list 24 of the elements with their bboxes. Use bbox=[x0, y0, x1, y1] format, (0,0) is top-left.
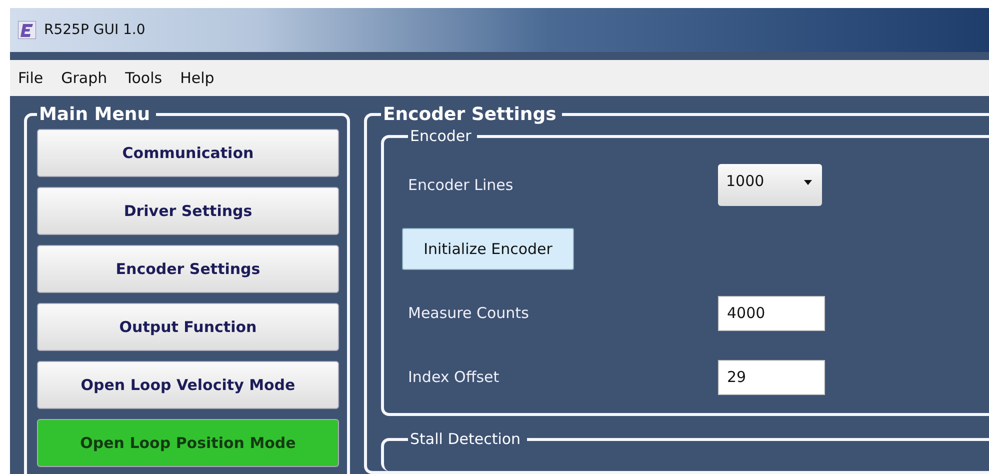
menu-button[interactable]: Open Loop Position Mode bbox=[37, 419, 339, 467]
input-field[interactable]: 29 bbox=[718, 360, 825, 394]
menu-item[interactable]: Graph bbox=[61, 69, 108, 87]
group-title: Encoder bbox=[409, 127, 472, 145]
group-title: Main Menu bbox=[38, 104, 152, 125]
menu-button[interactable]: Encoder Settings bbox=[37, 245, 339, 293]
group-title: Stall Detection bbox=[409, 430, 522, 448]
menu-button[interactable]: Output Function bbox=[37, 303, 339, 351]
caret-icon bbox=[804, 180, 812, 185]
group-title: Encoder Settings bbox=[382, 104, 558, 125]
initialize-button[interactable]: Initialize Encoder bbox=[402, 228, 574, 270]
input-field[interactable]: 4000 bbox=[718, 296, 825, 330]
field-label: Index Offset bbox=[408, 368, 500, 386]
field-label: Measure Counts bbox=[408, 304, 530, 322]
menu-button[interactable]: Driver Settings bbox=[37, 187, 339, 235]
menu-item[interactable]: Tools bbox=[125, 69, 162, 87]
menu-button[interactable]: Open Loop Velocity Mode bbox=[37, 361, 339, 409]
menu-item[interactable]: File bbox=[18, 69, 44, 87]
window-title: R525P GUI 1.0 bbox=[44, 22, 146, 38]
app-logo-icon bbox=[18, 21, 36, 39]
menu-button[interactable]: Communication bbox=[37, 129, 339, 177]
dropdown[interactable]: 1000 bbox=[718, 164, 822, 206]
field-label: Encoder Lines bbox=[408, 176, 514, 194]
menu-item[interactable]: Help bbox=[180, 69, 214, 87]
